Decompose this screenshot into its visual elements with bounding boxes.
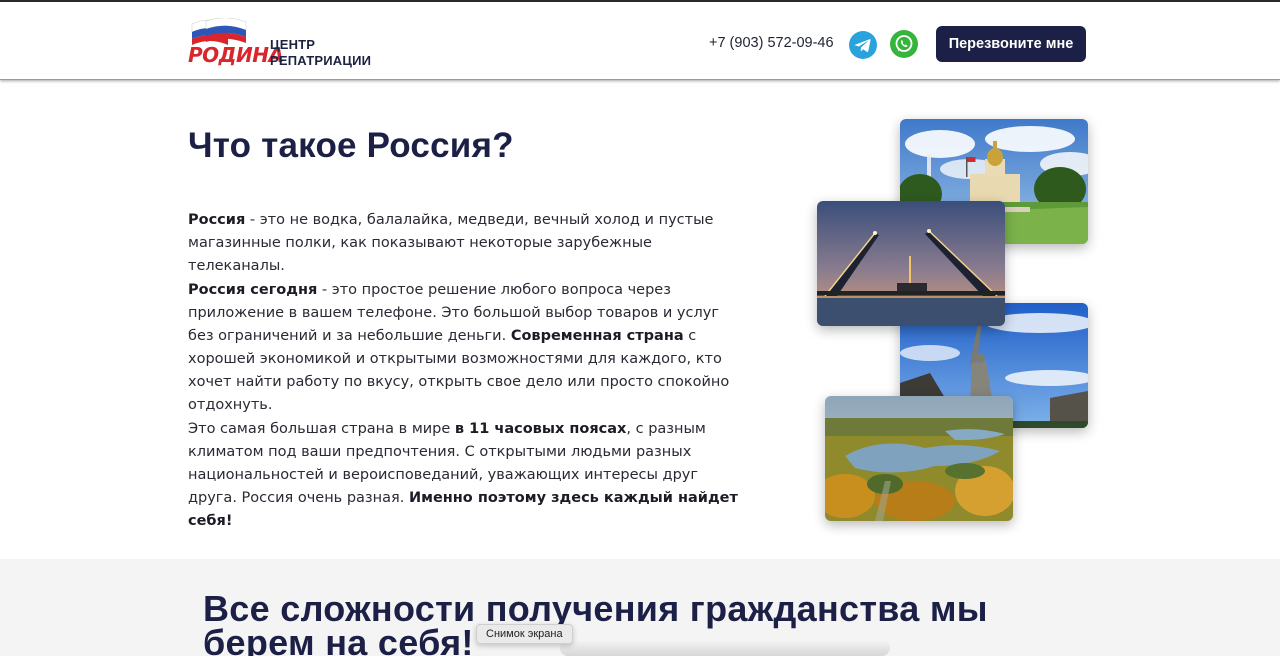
photo-lake [825, 396, 1013, 521]
paragraph-intro-text: - это не водка, балалайка, медведи, вечн… [188, 212, 714, 274]
logo-subtitle-line2: РЕПАТРИАЦИИ [270, 53, 372, 68]
logo-subtitle-line1: ЦЕНТР [270, 37, 316, 52]
paragraph-today-bold-2: Современная страна [510, 328, 684, 344]
callback-button[interactable]: Перезвоните мне [936, 26, 1086, 62]
screenshot-toolbar-shadow [560, 640, 890, 656]
phone-link[interactable]: +7 (903) 572-09-46 [709, 35, 834, 51]
photo-bridge [817, 201, 1005, 326]
paragraph-biggest: Это самая большая страна в мире в 11 час… [188, 418, 748, 533]
site-header: РОДИНА ЦЕНТР РЕПАТРИАЦИИ +7 (903) 572-09… [0, 0, 1280, 80]
paragraph-today: Россия сегодня - это простое решение люб… [188, 279, 748, 417]
telegram-icon[interactable] [849, 31, 877, 59]
logo-subtitle: ЦЕНТР РЕПАТРИАЦИИ [270, 37, 371, 69]
page-title: Что такое Россия? [188, 126, 514, 165]
paragraph-today-bold-1: Россия сегодня [188, 282, 318, 298]
paragraph-biggest-text-1: Это самая большая страна в мире [188, 421, 455, 437]
logo[interactable]: РОДИНА ЦЕНТР РЕПАТРИАЦИИ [186, 18, 386, 70]
paragraph-intro: Россия - это не водка, балалайка, медвед… [188, 209, 748, 278]
paragraph-biggest-bold-1: в 11 часовых поясах [454, 421, 627, 437]
whatsapp-icon[interactable] [890, 30, 918, 58]
screenshot-tooltip: Снимок экрана [476, 624, 573, 644]
paragraph-intro-bold: Россия [188, 212, 246, 228]
